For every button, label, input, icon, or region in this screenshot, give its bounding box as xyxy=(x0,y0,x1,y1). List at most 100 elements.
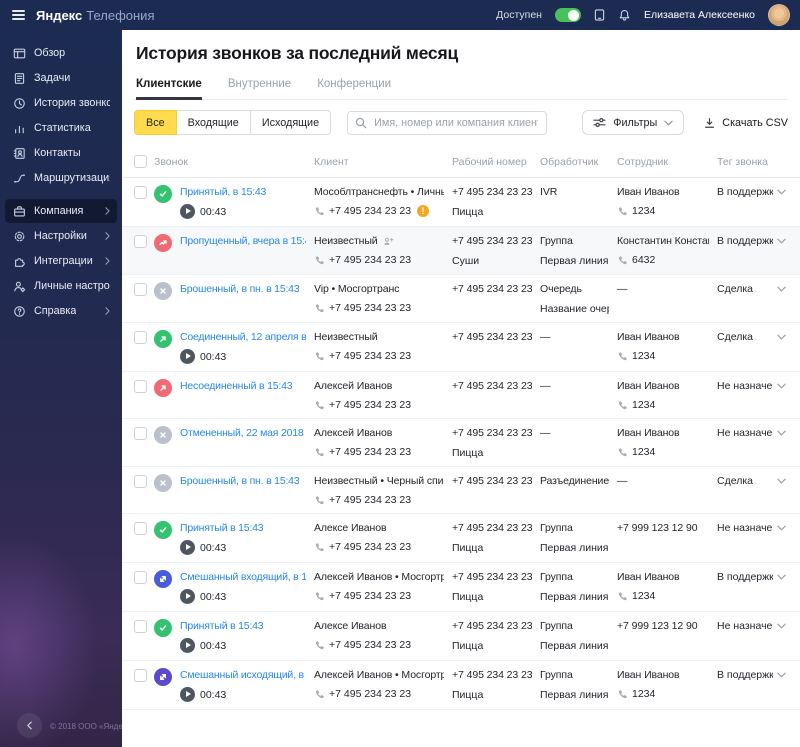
search-input[interactable] xyxy=(347,110,548,135)
row-checkbox[interactable] xyxy=(134,522,147,535)
tag-value[interactable]: Не назначен xyxy=(717,380,773,392)
call-title-link[interactable]: Пропущенный, вчера в 15:43 xyxy=(180,235,306,247)
row-checkbox[interactable] xyxy=(134,380,147,393)
call-title-link[interactable]: Несоединенный в 15:43 xyxy=(180,380,292,392)
table-row[interactable]: Смешанный входящий, в 15:43 00:43 Алексей … xyxy=(122,563,800,612)
table-row[interactable]: Отмененный, 22 мая 2018 в 1… Алексей Иван… xyxy=(122,419,800,467)
play-button[interactable] xyxy=(180,540,195,555)
chevron-down-icon[interactable] xyxy=(777,286,786,292)
download-csv-button[interactable]: Скачать CSV xyxy=(704,117,788,129)
chevron-down-icon[interactable] xyxy=(777,623,786,629)
play-button[interactable] xyxy=(180,589,195,604)
segment-outgoing[interactable]: Исходящие xyxy=(249,110,332,135)
hamburger-menu-icon[interactable] xyxy=(12,9,25,21)
call-title-link[interactable]: Принятый, в 15:43 xyxy=(180,186,266,198)
row-checkbox[interactable] xyxy=(134,331,147,344)
table-row[interactable]: Принятый, в 15:43 00:43 Мособлтранснефть •… xyxy=(122,178,800,227)
availability-toggle[interactable] xyxy=(554,8,581,22)
tag-dropdown[interactable]: Сделка xyxy=(717,331,788,343)
call-title-link[interactable]: Принятый в 15:43 xyxy=(180,522,263,534)
table-row[interactable]: Брошенный, в пн. в 15:43 Неизвестный • Че… xyxy=(122,467,800,514)
tag-dropdown[interactable]: Не назначен xyxy=(717,380,788,392)
sidebar-item-statistics[interactable]: Статистика xyxy=(5,116,117,140)
call-title-link[interactable]: Соединенный, 12 апреля в 15… xyxy=(180,331,306,343)
tag-dropdown[interactable]: Сделка xyxy=(717,475,788,487)
user-name[interactable]: Елизавета Алексеенко xyxy=(644,9,755,21)
row-checkbox[interactable] xyxy=(134,669,147,682)
row-checkbox[interactable] xyxy=(134,283,147,296)
call-title-link[interactable]: Смешанный исходящий, в 15:43 xyxy=(180,669,306,681)
tag-value[interactable]: Сделка xyxy=(717,283,753,295)
tag-dropdown[interactable]: В поддержку xyxy=(717,571,788,583)
sidebar-item-settings[interactable]: Настройки xyxy=(5,224,117,248)
play-button[interactable] xyxy=(180,349,195,364)
bell-icon[interactable] xyxy=(618,8,631,22)
sidebar-item-routing[interactable]: Маршрутизация xyxy=(5,166,117,190)
row-checkbox[interactable] xyxy=(134,571,147,584)
call-title-link[interactable]: Брошенный, в пн. в 15:43 xyxy=(180,475,299,487)
call-title-link[interactable]: Принятый в 15:43 xyxy=(180,620,263,632)
tag-value[interactable]: Сделка xyxy=(717,475,753,487)
segment-incoming[interactable]: Входящие xyxy=(175,110,251,135)
table-row[interactable]: Несоединенный в 15:43 Алексей Иванов +7 49… xyxy=(122,372,800,419)
tag-dropdown[interactable]: Не назначен xyxy=(717,522,788,534)
sidebar-item-help[interactable]: Справка xyxy=(5,299,117,323)
filters-button[interactable]: Фильтры xyxy=(582,110,685,135)
call-title-link[interactable]: Брошенный, в пн. в 15:43 xyxy=(180,283,299,295)
row-checkbox[interactable] xyxy=(134,186,147,199)
sidebar-item-overview[interactable]: Обзор xyxy=(5,41,117,65)
table-row[interactable]: Принятый в 15:43 00:43 Алексе Иванов +7 495… xyxy=(122,514,800,563)
sidebar-item-personal-settings[interactable]: Личные настройки xyxy=(5,274,117,298)
chevron-down-icon[interactable] xyxy=(777,189,786,195)
sidebar-item-contacts[interactable]: Контакты xyxy=(5,141,117,165)
tab-internal[interactable]: Внутренние xyxy=(228,78,291,99)
device-icon[interactable] xyxy=(594,8,605,22)
tag-dropdown[interactable]: В поддержку xyxy=(717,235,788,247)
tag-value[interactable]: Не назначен xyxy=(717,522,773,534)
tag-dropdown[interactable]: Не назначен xyxy=(717,620,788,632)
play-button[interactable] xyxy=(180,687,195,702)
tag-value[interactable]: Не назначен xyxy=(717,427,773,439)
tag-value[interactable]: В поддержку xyxy=(717,571,773,583)
chevron-down-icon[interactable] xyxy=(777,478,786,484)
tag-value[interactable]: Не назначен xyxy=(717,620,773,632)
tag-dropdown[interactable]: В поддержку xyxy=(717,186,788,198)
table-row[interactable]: Смешанный исходящий, в 15:43 00:43 Алексей… xyxy=(122,661,800,710)
tag-value[interactable]: В поддержку xyxy=(717,669,773,681)
play-button[interactable] xyxy=(180,638,195,653)
tag-dropdown[interactable]: Сделка xyxy=(717,283,788,295)
add-contact-icon[interactable] xyxy=(383,236,394,247)
table-row[interactable]: Соединенный, 12 апреля в 15… 00:43 Неизвес… xyxy=(122,323,800,372)
tag-value[interactable]: Сделка xyxy=(717,331,753,343)
tab-conference[interactable]: Конференции xyxy=(317,78,391,99)
row-checkbox[interactable] xyxy=(134,235,147,248)
play-button[interactable] xyxy=(180,204,195,219)
chevron-down-icon[interactable] xyxy=(777,383,786,389)
sidebar-item-integrations[interactable]: Интеграции xyxy=(5,249,117,273)
row-checkbox[interactable] xyxy=(134,427,147,440)
row-checkbox[interactable] xyxy=(134,475,147,488)
tag-value[interactable]: В поддержку xyxy=(717,235,773,247)
chevron-down-icon[interactable] xyxy=(777,574,786,580)
sidebar-item-call-history[interactable]: История звонков xyxy=(5,91,117,115)
table-row[interactable]: Принятый в 15:43 00:43 Алексе Иванов +7 495… xyxy=(122,612,800,661)
call-title-link[interactable]: Отмененный, 22 мая 2018 в 1… xyxy=(180,427,306,439)
segment-all[interactable]: Все xyxy=(134,110,177,135)
table-row[interactable]: Брошенный, в пн. в 15:43 Vip • Мосгортран… xyxy=(122,275,800,323)
tag-value[interactable]: В поддержку xyxy=(717,186,773,198)
row-checkbox[interactable] xyxy=(134,620,147,633)
sidebar-item-company[interactable]: Компания xyxy=(5,199,117,223)
user-avatar[interactable] xyxy=(768,4,790,26)
sidebar-item-tasks[interactable]: Задачи xyxy=(5,66,117,90)
tab-client[interactable]: Клиентские xyxy=(136,78,202,100)
tag-dropdown[interactable]: В поддержку xyxy=(717,669,788,681)
sidebar-collapse-button[interactable] xyxy=(17,713,42,738)
chevron-down-icon[interactable] xyxy=(777,238,786,244)
warning-icon[interactable]: ! xyxy=(417,205,430,217)
call-title-link[interactable]: Смешанный входящий, в 15:43 xyxy=(180,571,306,583)
chevron-down-icon[interactable] xyxy=(777,334,786,340)
chevron-down-icon[interactable] xyxy=(777,525,786,531)
chevron-down-icon[interactable] xyxy=(777,430,786,436)
table-row[interactable]: Пропущенный, вчера в 15:43 Неизвестный +7 … xyxy=(122,227,800,275)
select-all-checkbox[interactable] xyxy=(134,155,147,168)
